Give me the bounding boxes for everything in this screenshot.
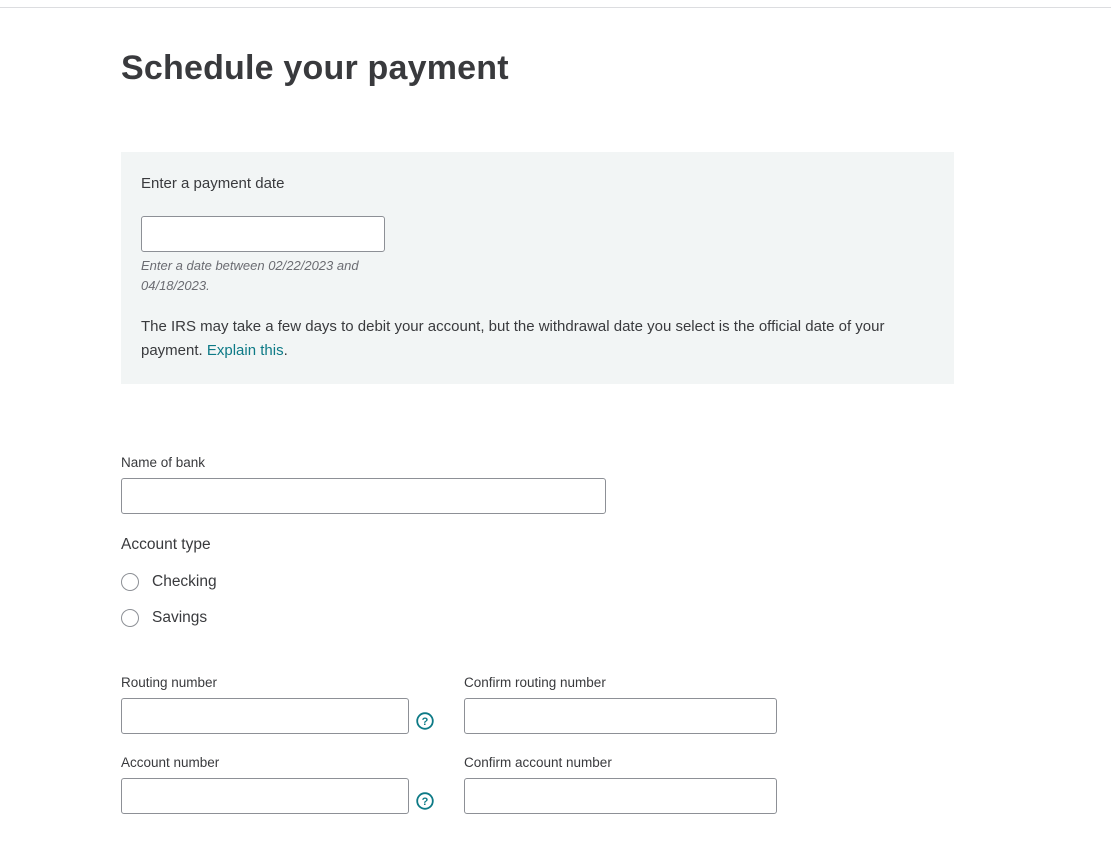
bank-name-input[interactable] <box>121 478 606 514</box>
explain-this-link[interactable]: Explain this <box>207 342 284 359</box>
radio-circle-savings[interactable] <box>121 609 139 627</box>
top-divider <box>0 7 1111 8</box>
routing-number-label: Routing number <box>121 675 218 690</box>
irs-debit-note: The IRS may take a few days to debit you… <box>141 315 931 363</box>
radio-option-savings[interactable]: Savings <box>121 607 207 629</box>
radio-label-savings: Savings <box>152 609 208 626</box>
routing-number-input[interactable] <box>121 698 409 734</box>
radio-label-checking: Checking <box>152 573 217 590</box>
routing-help-icon[interactable]: ? <box>416 712 434 730</box>
confirm-account-number-input[interactable] <box>464 778 777 814</box>
account-number-label: Account number <box>121 755 220 770</box>
bank-name-label: Name of bank <box>121 455 206 470</box>
confirm-routing-number-label: Confirm routing number <box>464 675 606 690</box>
radio-circle-checking[interactable] <box>121 573 139 591</box>
payment-date-label: Enter a payment date <box>141 175 285 192</box>
confirm-account-number-label: Confirm account number <box>464 755 612 770</box>
account-help-icon[interactable]: ? <box>416 792 434 810</box>
account-number-input[interactable] <box>121 778 409 814</box>
radio-option-checking[interactable]: Checking <box>121 571 217 593</box>
svg-text:?: ? <box>422 716 429 728</box>
payment-date-hint: Enter a date between 02/22/2023 and 04/1… <box>141 258 359 293</box>
confirm-routing-number-input[interactable] <box>464 698 777 734</box>
irs-debit-note-suffix: . <box>283 342 288 359</box>
svg-text:?: ? <box>422 796 429 808</box>
page-title: Schedule your payment <box>121 49 509 87</box>
payment-date-input[interactable] <box>141 216 385 252</box>
payment-date-panel: Enter a payment date Enter a date betwee… <box>121 152 954 384</box>
account-type-label: Account type <box>121 536 211 553</box>
